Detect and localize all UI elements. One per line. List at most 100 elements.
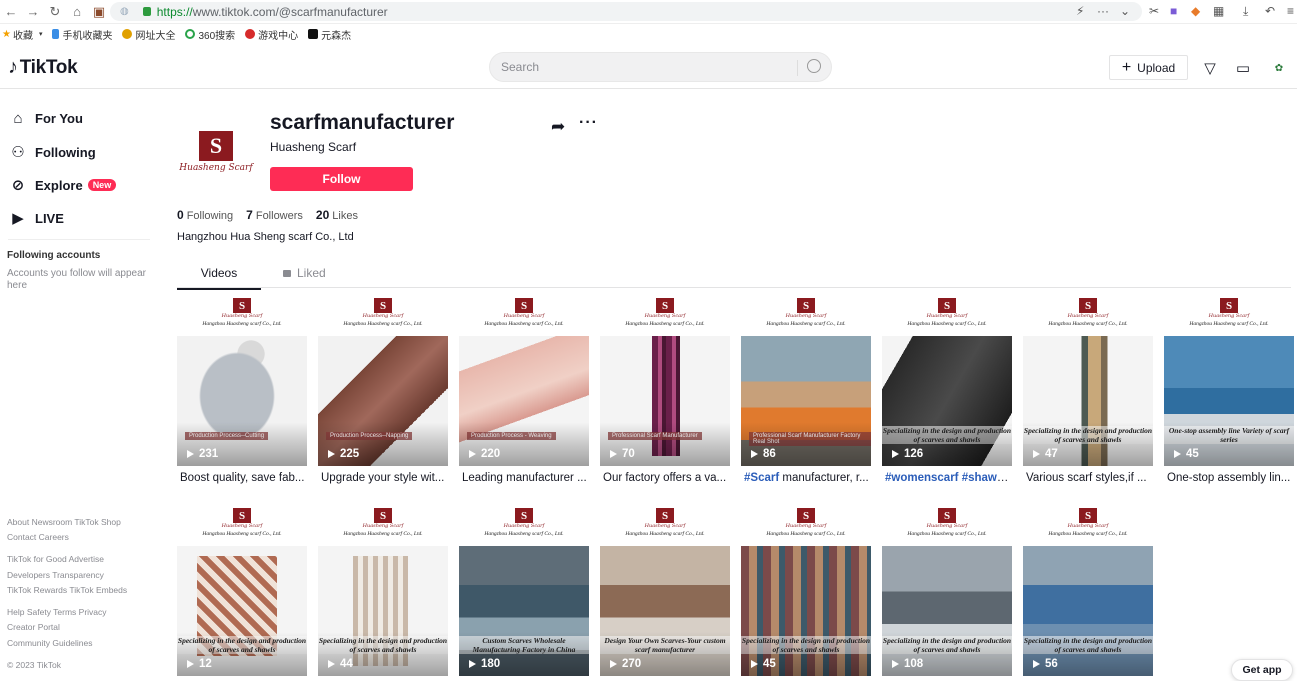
share-icon[interactable]: ➦ [551,117,565,137]
browser-toolbar: ← → ↻ ⌂ ▣ ◍ https://www.tiktok.com/@scar… [0,0,1297,24]
video-card[interactable]: S Huasheng Scarf Hangzhou Huasheng scarf C… [600,504,730,676]
video-thumbnail[interactable]: S Huasheng Scarf Hangzhou Huasheng scarf C… [600,504,730,676]
play-icon [1174,450,1181,458]
video-thumbnail[interactable]: S Huasheng Scarf Hangzhou Huasheng scarf C… [459,294,589,466]
view-count-text: 231 [199,448,219,460]
footer-links-row[interactable]: TikTok for Good Advertise [7,554,104,564]
footer-links-row[interactable]: Contact Careers [7,532,69,542]
bookmark-item[interactable]: 游戏中心 [245,27,298,42]
video-description[interactable]: #Scarf manufacturer, r... [741,472,869,484]
bookmark-item[interactable]: 360搜索 [185,27,235,42]
extension-icon[interactable]: ■ [1170,4,1177,18]
video-thumbnail[interactable]: S Huasheng Scarf Hangzhou Huasheng scarf C… [741,504,871,676]
video-card[interactable]: S Huasheng Scarf Hangzhou Huasheng scarf C… [882,504,1012,676]
bookmark-item[interactable]: 元森杰 [308,27,351,42]
video-card[interactable]: S Huasheng Scarf Hangzhou Huasheng scarf C… [177,504,307,676]
video-card[interactable]: S Huasheng Scarf Hangzhou Huasheng scarf C… [1164,294,1294,484]
video-thumbnail[interactable]: S Huasheng Scarf Hangzhou Huasheng scarf C… [318,504,448,676]
footer-links-row[interactable]: About Newsroom TikTok Shop [7,517,121,527]
view-count: 70 [610,448,635,460]
tab-videos[interactable]: Videos [177,266,261,290]
scissors-icon[interactable]: ✂ [1149,4,1159,18]
video-thumbnail[interactable]: S Huasheng Scarf Hangzhou Huasheng scarf C… [177,504,307,676]
thumbnail-brand-header: S Huasheng Scarf Hangzhou Huasheng scarf C… [1164,294,1294,336]
footer-links-row[interactable]: Community Guidelines [7,638,93,648]
video-thumbnail[interactable]: S Huasheng Scarf Hangzhou Huasheng scarf C… [882,504,1012,676]
video-card[interactable]: S Huasheng Scarf Hangzhou Huasheng scarf C… [459,294,589,484]
video-thumbnail[interactable]: S Huasheng Scarf Hangzhou Huasheng scarf C… [177,294,307,466]
tab-liked[interactable]: Liked [283,266,326,280]
search-input[interactable]: Search [489,52,832,82]
hashtag-link[interactable]: #Scarf [744,472,779,484]
video-card[interactable]: S Huasheng Scarf Hangzhou Huasheng scarf C… [741,504,871,676]
tiktok-logo[interactable]: ♪ TikTok [8,56,78,79]
bookmark-item[interactable]: 手机收藏夹 [52,27,112,42]
refresh-icon[interactable]: ↻ [44,1,66,23]
follow-button[interactable]: Follow [270,167,413,191]
sidebar-item-following[interactable]: ⚇ Following [9,143,95,161]
apps-grid-icon[interactable]: ▦ [1213,4,1224,18]
video-description[interactable]: Various scarf styles,if ... [1023,472,1151,484]
filter-send-icon[interactable]: ▽ [1200,58,1220,78]
video-thumbnail[interactable]: S Huasheng Scarf Hangzhou Huasheng scarf C… [1023,504,1153,676]
shield-icon: ◍ [120,6,129,17]
followers-stat[interactable]: 7 Followers [246,208,303,222]
video-card[interactable]: S Huasheng Scarf Hangzhou Huasheng scarf C… [1023,504,1153,676]
video-card[interactable]: S Huasheng Scarf Hangzhou Huasheng scarf C… [177,294,307,484]
video-thumbnail[interactable]: S Huasheng Scarf Hangzhou Huasheng scarf C… [600,294,730,466]
sidebar-item-explore[interactable]: ⊘ Explore New [9,176,117,194]
video-thumbnail[interactable]: S Huasheng Scarf Hangzhou Huasheng scarf C… [459,504,589,676]
video-thumbnail[interactable]: S Huasheng Scarf Hangzhou Huasheng scarf C… [882,294,1012,466]
following-stat[interactable]: 0 Following [177,208,233,222]
video-card[interactable]: S Huasheng Scarf Hangzhou Huasheng scarf C… [318,294,448,484]
video-description[interactable]: Boost quality, save fab... [177,472,305,484]
home-browser-icon[interactable]: ⌂ [66,1,88,23]
menu-icon[interactable]: ≡ [1287,4,1294,18]
gamepad-icon[interactable]: ◆ [1191,4,1200,18]
video-description[interactable]: Leading manufacturer ... [459,472,587,484]
search-icon[interactable] [807,59,821,73]
bolt-icon[interactable]: ⚡ [1076,4,1084,18]
video-card[interactable]: S Huasheng Scarf Hangzhou Huasheng scarf C… [882,294,1012,484]
footer-links-row[interactable]: Help Safety Terms Privacy [7,607,107,617]
more-browser-icon[interactable]: ··· [1097,4,1109,18]
more-options-icon[interactable]: ··· [579,114,598,132]
upload-button[interactable]: + Upload [1109,55,1188,80]
video-description[interactable]: Upgrade your style wit... [318,472,446,484]
download-icon[interactable]: ⤓ [1243,4,1248,19]
profile-avatar-icon[interactable]: ✿ [1269,58,1289,78]
video-description[interactable]: Our factory offers a va... [600,472,728,484]
footer-links-row[interactable]: Developers Transparency [7,570,104,580]
undo-icon[interactable]: ↶ [1265,4,1275,18]
back-icon[interactable]: ← [0,1,22,23]
view-count: 44 [328,658,353,670]
footer-links-row[interactable]: Creator Portal [7,622,60,632]
chevron-down-icon[interactable]: ⌄ [1120,4,1130,18]
video-description[interactable]: #womenscarf #shawl ... [882,472,1010,484]
brand-signature: Huasheng Scarf [1208,313,1250,319]
address-bar[interactable]: ◍ https://www.tiktok.com/@scarfmanufactu… [110,2,1142,21]
briefcase-icon[interactable]: ▣ [88,1,110,23]
forward-icon[interactable]: → [22,1,44,23]
video-card[interactable]: S Huasheng Scarf Hangzhou Huasheng scarf C… [459,504,589,676]
bookmark-item[interactable]: 网址大全 [122,27,175,42]
video-card[interactable]: S Huasheng Scarf Hangzhou Huasheng scarf C… [600,294,730,484]
video-card[interactable]: S Huasheng Scarf Hangzhou Huasheng scarf C… [1023,294,1153,484]
hashtag-link[interactable]: #womenscarf #shawl [885,472,1008,484]
video-description[interactable]: One-stop assembly lin... [1164,472,1292,484]
video-thumbnail[interactable]: S Huasheng Scarf Hangzhou Huasheng scarf C… [1164,294,1294,466]
sidebar-item-for-you[interactable]: ⌂ For You [9,110,82,127]
footer-links-row[interactable]: TikTok Rewards TikTok Embeds [7,585,127,595]
video-card[interactable]: S Huasheng Scarf Hangzhou Huasheng scarf C… [741,294,871,484]
brand-logo-mark: S [656,508,674,523]
inbox-icon[interactable]: ▭ [1233,58,1253,78]
video-thumbnail[interactable]: S Huasheng Scarf Hangzhou Huasheng scarf C… [741,294,871,466]
sidebar-item-live[interactable]: ▶ LIVE [9,209,64,227]
get-app-button[interactable]: Get app [1231,659,1293,681]
video-thumbnail[interactable]: S Huasheng Scarf Hangzhou Huasheng scarf C… [318,294,448,466]
video-card[interactable]: S Huasheng Scarf Hangzhou Huasheng scarf C… [318,504,448,676]
brand-logo-mark: S [515,508,533,523]
view-count: 47 [1033,448,1058,460]
video-thumbnail[interactable]: S Huasheng Scarf Hangzhou Huasheng scarf C… [1023,294,1153,466]
bookmark-item[interactable]: ★ 收藏 ▾ [2,27,42,42]
